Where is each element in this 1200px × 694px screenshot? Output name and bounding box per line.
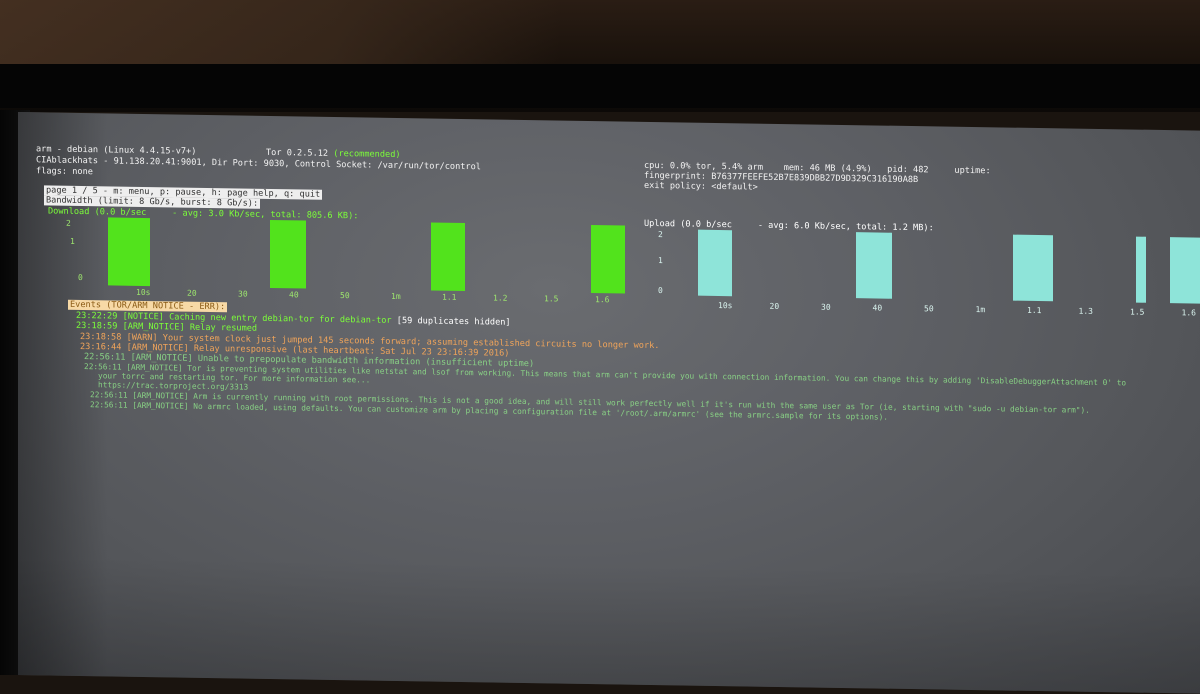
upload-x-label: 1.6 [1181, 308, 1196, 318]
tor-version-text: Tor 0.2.5.12 [266, 147, 329, 159]
download-y-label: 0 [78, 272, 83, 283]
download-bar [108, 217, 150, 287]
upload-title: Upload (0.0 b/sec - avg: 6.0 Kb/sec, tot… [644, 218, 934, 234]
download-x-label: 1.1 [442, 292, 457, 302]
download-x-label: 40 [289, 290, 299, 300]
download-x-label: 1.2 [493, 293, 508, 303]
monitor-top-bezel [0, 64, 1200, 108]
room-light [0, 0, 560, 70]
download-y-label: 1 [70, 236, 75, 246]
upload-y-label: 0 [658, 286, 663, 296]
download-bar [591, 225, 625, 294]
upload-x-label: 1m [975, 305, 986, 315]
tor-version-status: (recommended) [333, 148, 401, 161]
upload-x-label: 20 [769, 301, 780, 311]
upload-x-label: 30 [821, 302, 831, 312]
download-x-label: 50 [340, 291, 350, 301]
download-x-label: 1.5 [544, 294, 559, 304]
download-bar [431, 222, 465, 292]
download-x-axis: 10s 20 30 40 50 1m 1.1 1.2 1.5 1.6 [18, 112, 1200, 304]
tor-version: Tor 0.2.5.12 (recommended) [266, 148, 401, 160]
download-graph [18, 112, 1200, 294]
download-x-label: 10s [136, 287, 151, 298]
upload-x-label: 10s [718, 300, 733, 311]
upload-x-label: 1.5 [1130, 307, 1145, 317]
download-x-label: 20 [187, 288, 197, 298]
upload-x-axis: 10s 20 30 40 50 1m 1.1 1.3 1.5 1.6 [18, 112, 1200, 318]
download-y-label: 2 [66, 218, 71, 228]
event-duplicates: [59 duplicates hidden] [391, 315, 511, 328]
upload-x-label: 40 [872, 303, 883, 313]
download-bar [270, 219, 306, 289]
upload-bar [698, 229, 732, 297]
upload-bar [856, 232, 892, 299]
room-background [0, 0, 1200, 112]
upload-bar [1136, 236, 1146, 303]
download-x-label: 1.6 [595, 295, 610, 305]
upload-bar [1170, 237, 1200, 304]
terminal-screen: arm - debian (Linux 4.4.15-v7+) Tor 0.2.… [18, 112, 1200, 694]
upload-x-label: 50 [924, 304, 934, 314]
upload-y-label: 2 [658, 230, 663, 240]
upload-graph [18, 112, 1200, 304]
download-x-label: 30 [238, 289, 248, 299]
flags-line: flags: none [36, 166, 93, 178]
upload-bar [1013, 234, 1053, 302]
upload-x-label: 1.1 [1027, 305, 1042, 316]
upload-y-label: 1 [658, 256, 663, 266]
exit-policy: exit policy: <default> [644, 180, 758, 193]
upload-x-label: 1.3 [1078, 306, 1093, 316]
download-x-label: 1m [391, 291, 401, 302]
